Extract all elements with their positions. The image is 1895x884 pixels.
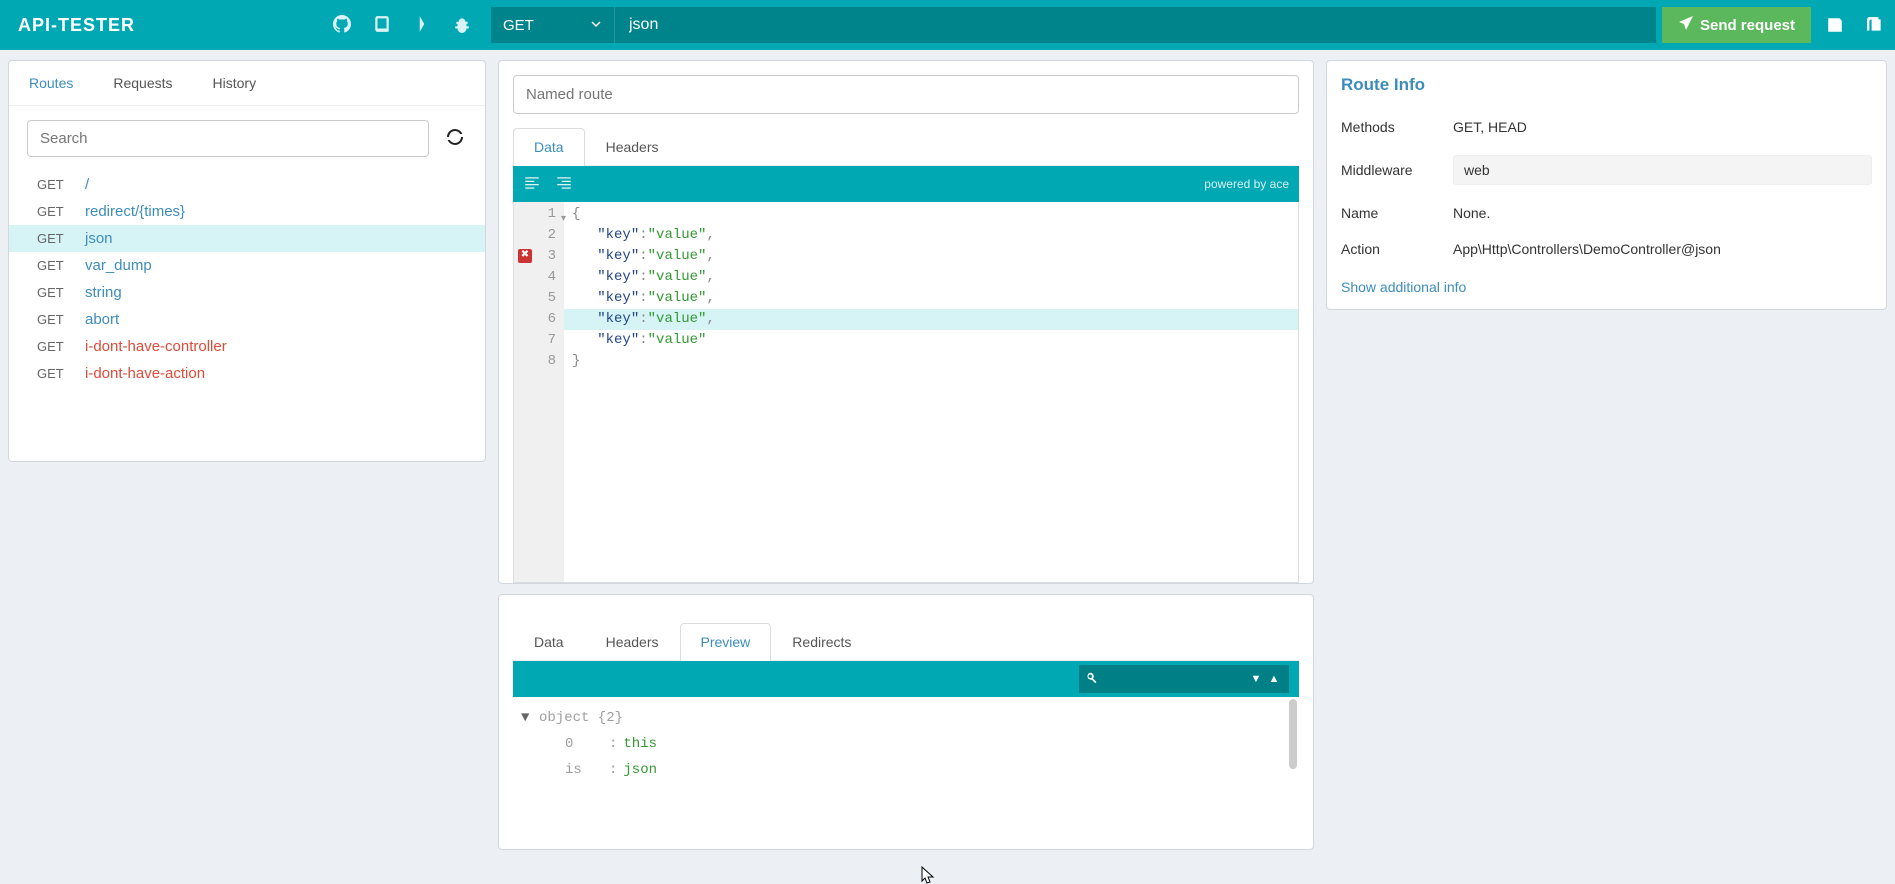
send-request-button[interactable]: Send request (1662, 7, 1811, 43)
route-method: GET (37, 312, 73, 327)
result-tab-data[interactable]: Data (513, 623, 585, 660)
sidebar-tab-history[interactable]: History (193, 61, 277, 105)
scrollbar-thumb[interactable] (1289, 699, 1297, 769)
result-toolbar: ▼ ▲ (513, 661, 1299, 697)
route-path: / (85, 176, 89, 193)
route-method: GET (37, 285, 73, 300)
info-value: App\Http\Controllers\DemoController@json (1453, 241, 1872, 257)
route-item[interactable]: GET var_dump (9, 252, 485, 279)
sidebar-tab-routes[interactable]: Routes (9, 61, 93, 105)
refresh-icon[interactable] (443, 125, 467, 152)
route-item[interactable]: GET i-dont-have-action (9, 360, 485, 387)
route-path: i-dont-have-controller (85, 338, 227, 355)
info-label: Action (1341, 241, 1453, 257)
search-next-icon[interactable]: ▼ (1247, 670, 1265, 688)
json-row: is:json (521, 757, 1299, 783)
url-input[interactable] (615, 7, 1656, 43)
route-path: json (85, 230, 113, 247)
postman-icon[interactable] (413, 15, 431, 36)
topbar: API-TESTER GET Send request (0, 0, 1895, 50)
info-value: web (1453, 155, 1872, 185)
editor-toolbar: powered by ace (513, 166, 1299, 202)
indent-right-icon[interactable] (555, 174, 573, 195)
sidebar-tabs: RoutesRequestsHistory (9, 61, 485, 106)
route-method: GET (37, 204, 73, 219)
info-label: Name (1341, 205, 1453, 221)
info-row: MethodsGET, HEAD (1341, 109, 1872, 145)
indent-left-icon[interactable] (523, 174, 541, 195)
info-row: NameNone. (1341, 195, 1872, 231)
route-item[interactable]: GET json (9, 225, 485, 252)
search-icon (1085, 671, 1099, 688)
search-input[interactable] (27, 120, 429, 157)
route-path: var_dump (85, 257, 152, 274)
save-icon[interactable] (1815, 7, 1855, 43)
caret-down-icon[interactable]: ▼ (521, 710, 539, 726)
method-select[interactable]: GET (491, 7, 615, 43)
info-row: Middlewareweb (1341, 145, 1872, 195)
powered-label: powered by ace (1204, 177, 1289, 191)
result-search[interactable]: ▼ ▲ (1079, 665, 1289, 693)
copy-icon[interactable] (1855, 7, 1895, 43)
route-method: GET (37, 366, 73, 381)
send-label: Send request (1700, 17, 1795, 34)
route-method: GET (37, 177, 73, 192)
route-info-title: Route Info (1341, 75, 1872, 95)
route-path: i-dont-have-action (85, 365, 205, 382)
sidebar-tab-requests[interactable]: Requests (93, 61, 192, 105)
result-tab-redirects[interactable]: Redirects (771, 623, 872, 660)
github-icon[interactable] (333, 15, 351, 36)
result-tab-preview[interactable]: Preview (680, 623, 772, 661)
route-method: GET (37, 258, 73, 273)
route-item[interactable]: GET string (9, 279, 485, 306)
editor-tab-data[interactable]: Data (513, 128, 585, 166)
route-path: abort (85, 311, 119, 328)
result-search-input[interactable] (1103, 666, 1243, 692)
json-root-label: object {2} (539, 710, 623, 726)
route-item[interactable]: GET abort (9, 306, 485, 333)
route-method: GET (37, 231, 73, 246)
chevron-down-icon (590, 17, 602, 34)
editor-tab-headers[interactable]: Headers (585, 128, 680, 165)
info-row: ActionApp\Http\Controllers\DemoControlle… (1341, 231, 1872, 267)
route-list: GET / GET redirect/{times} GET json GET var_dum… (9, 171, 485, 387)
route-item[interactable]: GET / (9, 171, 485, 198)
named-route-input[interactable] (513, 75, 1299, 114)
route-item[interactable]: GET redirect/{times} (9, 198, 485, 225)
editor-tabs: DataHeaders (513, 128, 1299, 166)
result-tab-headers[interactable]: Headers (585, 623, 680, 660)
json-row: 0:this (521, 731, 1299, 757)
search-prev-icon[interactable]: ▲ (1265, 670, 1283, 688)
route-path: string (85, 284, 122, 301)
info-value: None. (1453, 205, 1872, 221)
show-additional-link[interactable]: Show additional info (1341, 267, 1466, 295)
info-value: GET, HEAD (1453, 119, 1872, 135)
info-label: Methods (1341, 119, 1453, 135)
json-preview: ▼ object {2} 0:thisis:json (513, 697, 1299, 849)
info-label: Middleware (1341, 162, 1453, 178)
code-editor[interactable]: 1▾23✖45678 { "key":"value", "key":"value… (513, 202, 1299, 583)
result-tabs: DataHeadersPreviewRedirects (513, 623, 1299, 661)
book-icon[interactable] (373, 15, 391, 36)
method-value: GET (503, 17, 534, 34)
route-path: redirect/{times} (85, 203, 185, 220)
topbar-right (1815, 7, 1895, 43)
app-logo: API-TESTER (18, 15, 333, 36)
bug-icon[interactable] (453, 15, 471, 36)
route-method: GET (37, 339, 73, 354)
route-item[interactable]: GET i-dont-have-controller (9, 333, 485, 360)
paper-plane-icon (1678, 15, 1694, 35)
topbar-icons (333, 15, 471, 36)
